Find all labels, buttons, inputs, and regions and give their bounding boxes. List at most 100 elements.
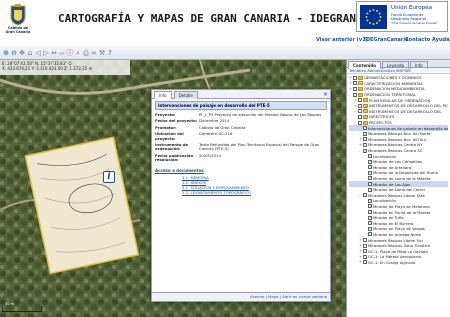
- layer-checkbox[interactable]: [363, 260, 367, 265]
- layer-label: Mirador de Los Ajos: [373, 181, 411, 187]
- search-icon[interactable]: ⌕: [74, 49, 82, 57]
- docs-heading[interactable]: Acceso a documentos: [155, 168, 327, 173]
- layer-label: GC-1: En Granja Agrícola: [368, 259, 416, 265]
- eu-star: [372, 9, 375, 11]
- layer-label: Miradores Básicos Bco. del Norte: [368, 131, 431, 137]
- tab-detalle[interactable]: Detalle: [173, 91, 198, 99]
- layer-tree-item[interactable]: + INSTRUMENTOS DE DESARROLLO DEL PIO: [349, 103, 448, 109]
- eu-star: [378, 19, 381, 22]
- layer-checkbox[interactable]: [363, 254, 367, 259]
- layer-label: Mirador de Lomo del Corral: [373, 187, 425, 193]
- logo-text-line2: Gran Canaria: [5, 29, 31, 34]
- layer-checkbox[interactable]: ✓: [368, 170, 372, 175]
- eu-star: [379, 16, 382, 18]
- layer-checkbox[interactable]: ✓: [368, 154, 372, 159]
- visor-anterior-link[interactable]: Visor anterior (v3): [316, 37, 368, 43]
- layer-checkbox[interactable]: [358, 98, 362, 103]
- popup-heading: Intervenciones de paisaje en desarrollo …: [155, 101, 327, 110]
- layer-tree-item[interactable]: ✓ Intervenciones de paisaje en desarrollo…: [349, 125, 448, 131]
- layer-checkbox[interactable]: ✓: [368, 159, 372, 164]
- next-view-icon[interactable]: ▷: [42, 49, 50, 57]
- info-icon[interactable]: ⓘ: [66, 49, 74, 57]
- link-icon[interactable]: ∞: [90, 49, 98, 57]
- layer-checkbox[interactable]: [358, 120, 362, 125]
- layer-checkbox[interactable]: ✓: [368, 226, 372, 231]
- close-icon[interactable]: ×: [323, 91, 328, 98]
- print-icon[interactable]: ⎙: [82, 49, 90, 57]
- attribute-row: Fecha publicación resolución: 20/05/2014: [155, 153, 327, 164]
- layer-label: Mirador en El Burrero: [373, 220, 414, 226]
- pan-icon[interactable]: ✥: [18, 49, 26, 57]
- layer-label: Mirador de la Degollada del Humo: [373, 170, 438, 176]
- layer-checkbox[interactable]: ✓: [363, 193, 367, 198]
- layer-label: CARACTERIZACIÓN AMBIENTAL: [364, 80, 423, 86]
- layer-label: GC-1: Playa de Mela La Gaviota: [368, 248, 428, 254]
- layer-checkbox[interactable]: ✓: [368, 165, 372, 170]
- zoom-out-icon[interactable]: ⊖: [10, 49, 18, 57]
- layer-checkbox[interactable]: ✓: [368, 198, 372, 203]
- contacto-link[interactable]: Contacto: [405, 37, 430, 43]
- layer-label: Mirador de Playa de Melenara: [373, 203, 430, 209]
- layer-label: Localización: [373, 198, 397, 204]
- eu-title: Unión Europea: [391, 5, 433, 11]
- layer-tree-item[interactable]: - INSTRUMENTOS DE DESARROLLO DEL: [349, 109, 448, 115]
- layer-checkbox[interactable]: [353, 86, 357, 91]
- layer-checkbox[interactable]: ✓: [368, 221, 372, 226]
- layer-label: GC-1: La Mareta Aeropuerto: [368, 254, 422, 260]
- eu-funding-badge: Unión Europea Fondo Europeo de Desarroll…: [356, 1, 448, 32]
- tools-icon[interactable]: ⚒: [98, 49, 106, 57]
- top-nav: Visor anterior (v3) IDEGranCanaria Conta…: [0, 37, 450, 46]
- layer-checkbox[interactable]: [363, 142, 367, 147]
- layer-checkbox[interactable]: ✓: [368, 232, 372, 237]
- help-icon[interactable]: ?: [106, 49, 114, 57]
- layer-checkbox[interactable]: ✓: [368, 187, 372, 192]
- layer-checkbox[interactable]: [358, 103, 362, 108]
- attribute-value: PI_1_P3 Proyecto de ejecución del Mirado…: [199, 112, 322, 117]
- layer-checkbox[interactable]: [363, 243, 367, 248]
- layer-label: Mirador en Tufia: [373, 215, 404, 221]
- layer-checkbox[interactable]: [363, 137, 367, 142]
- layer-checkbox[interactable]: ✓: [368, 204, 372, 209]
- measure-icon[interactable]: ⇔: [50, 49, 58, 57]
- info-marker-icon[interactable]: i: [103, 171, 115, 183]
- layer-checkbox[interactable]: [363, 249, 367, 254]
- layer-checkbox[interactable]: [353, 75, 357, 80]
- document-link[interactable]: 2.2. LEVANTAMIENTO TOPOGRÁFICO: [182, 190, 327, 195]
- folder-icon: [363, 114, 368, 119]
- attribute-key: Fecha publicación resolución:: [155, 152, 194, 163]
- area-icon[interactable]: ▱: [58, 49, 66, 57]
- eu-star: [378, 12, 381, 15]
- layer-checkbox[interactable]: ✓: [368, 215, 372, 220]
- layer-checkbox[interactable]: [353, 81, 357, 86]
- zoom-in-icon[interactable]: ⊕: [2, 49, 10, 57]
- folder-icon: [358, 86, 363, 91]
- layer-panel: Contenido Leyenda Info Temático Administra…: [346, 60, 450, 317]
- layer-checkbox[interactable]: [363, 238, 367, 243]
- layer-label: ORDENACIÓN MEDIOAMBIENTAL: [364, 86, 426, 92]
- tab-info[interactable]: Info: [154, 91, 172, 99]
- attribute-value: Texto Refundido del Plan Territorial Esp…: [199, 142, 320, 152]
- layer-checkbox[interactable]: [358, 109, 362, 114]
- layer-checkbox[interactable]: ✓: [368, 176, 372, 181]
- layer-checkbox[interactable]: ✓: [363, 131, 367, 136]
- feature-info-popup: Info Detalle × Intervenciones de paisaje …: [151, 89, 331, 302]
- layer-checkbox[interactable]: ✓: [363, 126, 367, 131]
- tab-info-panel[interactable]: Info: [409, 61, 428, 69]
- layer-tree-item[interactable]: + GC-1: En Granja Agrícola: [349, 260, 448, 266]
- layer-checkbox[interactable]: ✓: [368, 210, 372, 215]
- layer-checkbox[interactable]: ✓: [363, 148, 367, 153]
- folder-icon: [363, 103, 368, 108]
- attribute-key: Instrumento de ordenación:: [155, 142, 189, 152]
- layer-checkbox[interactable]: [358, 114, 362, 119]
- layer-label: DEMARCACIONES Y DOMINIOS: [364, 75, 422, 81]
- previous-view-icon[interactable]: ◁: [34, 49, 42, 57]
- layer-checkbox[interactable]: [353, 92, 357, 97]
- folder-icon: [363, 109, 368, 114]
- popup-footer-links[interactable]: Acercar | Mapa | Abrir en nueva ventana: [152, 292, 330, 301]
- ayuda-link[interactable]: Ayuda: [432, 37, 449, 43]
- layer-checkbox[interactable]: ✓: [368, 182, 372, 187]
- folder-icon: [358, 92, 363, 97]
- idegrancanaria-link[interactable]: IDEGranCanaria: [364, 37, 408, 43]
- layer-label: Miradores Básicos Bco. del Sur: [368, 136, 427, 142]
- full-extent-icon[interactable]: ⌂: [26, 49, 34, 57]
